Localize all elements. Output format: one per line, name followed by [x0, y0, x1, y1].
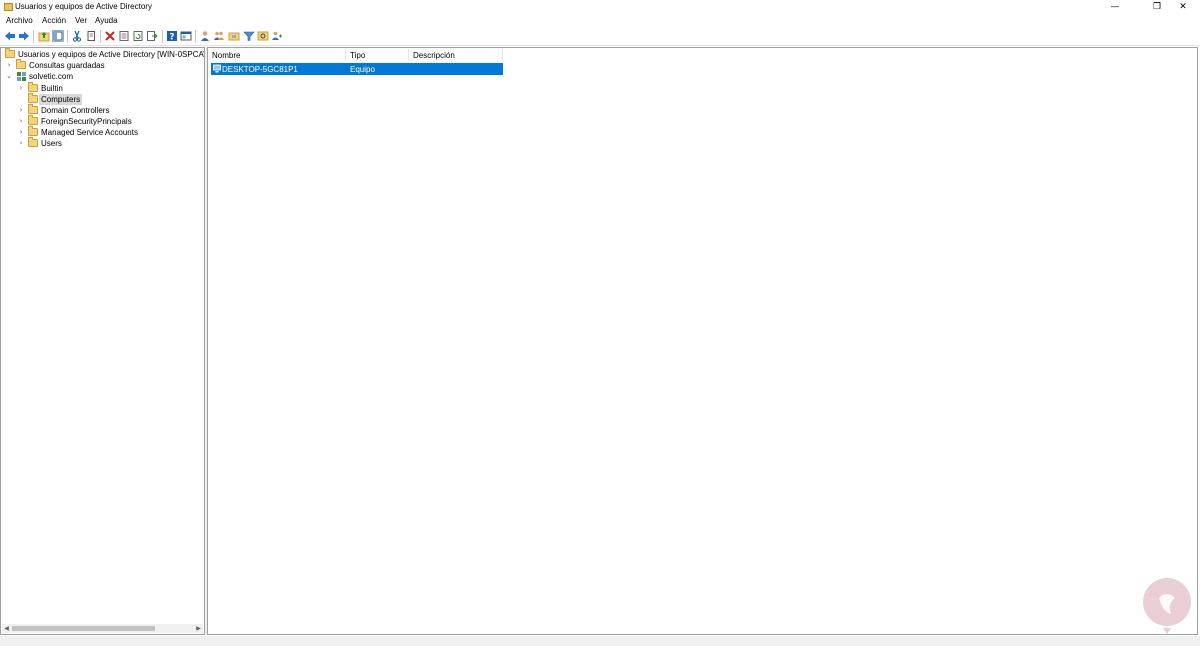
- back-icon[interactable]: [4, 30, 16, 42]
- copy-icon[interactable]: [85, 30, 97, 42]
- properties-icon[interactable]: [118, 30, 130, 42]
- scroll-right-icon[interactable]: ▶: [194, 624, 203, 633]
- export-icon[interactable]: [146, 30, 158, 42]
- column-header-nombre[interactable]: Nombre: [208, 49, 346, 61]
- folder-icon: [28, 82, 38, 92]
- find-icon[interactable]: [257, 30, 269, 42]
- up-folder-icon[interactable]: [38, 30, 50, 42]
- show-hide-tree-icon[interactable]: [52, 30, 64, 42]
- console-tree-pane[interactable]: Usuarios y equipos de Active Directory […: [0, 47, 205, 635]
- menu-bar: Archivo Acción Ver Ayuda: [0, 14, 1200, 27]
- forward-icon[interactable]: [18, 30, 30, 42]
- new-ou-icon[interactable]: [228, 30, 240, 42]
- tree-item-label: Usuarios y equipos de Active Directory […: [18, 50, 205, 59]
- folder-icon: [28, 137, 38, 147]
- tree-item-label: Domain Controllers: [41, 106, 110, 115]
- tree-item-label: ForeignSecurityPrincipals: [41, 117, 132, 126]
- expand-icon[interactable]: ›: [17, 128, 25, 137]
- expand-icon[interactable]: ›: [17, 117, 25, 126]
- folder-icon: [28, 126, 38, 136]
- details-pane[interactable]: Nombre Tipo Descripción DESKTOP-5GC81P1 …: [207, 47, 1198, 635]
- expand-icon[interactable]: ›: [17, 84, 25, 93]
- title-bar: Usuarios y equipos de Active Directory —…: [0, 0, 1200, 14]
- minimize-button[interactable]: —: [1098, 0, 1132, 14]
- new-group-icon[interactable]: [213, 30, 225, 42]
- folder-icon: [28, 93, 38, 103]
- filter-icon[interactable]: [243, 30, 255, 42]
- help-icon[interactable]: ?: [166, 30, 178, 42]
- horizontal-scrollbar[interactable]: ◀ ▶: [2, 624, 203, 633]
- add-to-group-icon[interactable]: [271, 30, 283, 42]
- menu-archivo[interactable]: Archivo: [6, 16, 33, 25]
- status-bar: [0, 636, 1200, 646]
- computer-type: Equipo: [350, 65, 375, 74]
- domain-icon: [16, 71, 27, 84]
- ad-root-icon: [5, 48, 15, 58]
- computer-name: DESKTOP-5GC81P1: [222, 65, 298, 74]
- delete-icon[interactable]: [104, 30, 116, 42]
- window-title: Usuarios y equipos de Active Directory: [15, 2, 152, 11]
- tree-item-label: solvetic.com: [29, 72, 74, 81]
- new-user-icon[interactable]: [199, 30, 211, 42]
- close-button[interactable]: ✕: [1166, 0, 1200, 14]
- tree-item-label: Consultas guardadas: [29, 61, 105, 70]
- tree-item-label: Builtin: [41, 84, 63, 93]
- menu-ver[interactable]: Ver: [75, 16, 87, 25]
- watermark-logo: [1141, 576, 1193, 636]
- tree-item-label: Users: [41, 139, 62, 148]
- expand-icon[interactable]: ›: [17, 139, 25, 148]
- column-header-descripcion[interactable]: Descripción: [409, 49, 503, 61]
- refresh-icon[interactable]: [132, 30, 144, 42]
- ou-folder-icon: [28, 104, 38, 114]
- toolbar: ?: [0, 28, 1200, 46]
- menu-accion[interactable]: Acción: [42, 16, 66, 25]
- app-icon: [4, 3, 13, 11]
- cut-icon[interactable]: [71, 30, 83, 42]
- folder-icon: [16, 59, 26, 69]
- folder-icon: [28, 115, 38, 125]
- column-header-tipo[interactable]: Tipo: [346, 49, 409, 61]
- scroll-thumb[interactable]: [12, 626, 155, 631]
- expand-icon[interactable]: ›: [17, 106, 25, 115]
- list-item[interactable]: DESKTOP-5GC81P1 Equipo: [211, 63, 503, 75]
- tree-item-label: Managed Service Accounts: [41, 128, 138, 137]
- tree-item-label: Computers: [39, 94, 83, 105]
- menu-ayuda[interactable]: Ayuda: [95, 16, 118, 25]
- svg-text:?: ?: [169, 33, 174, 43]
- console-tree-icon[interactable]: [180, 30, 192, 42]
- collapse-icon[interactable]: ⌄: [5, 72, 13, 81]
- scroll-left-icon[interactable]: ◀: [2, 624, 11, 633]
- expand-icon[interactable]: ›: [5, 61, 13, 70]
